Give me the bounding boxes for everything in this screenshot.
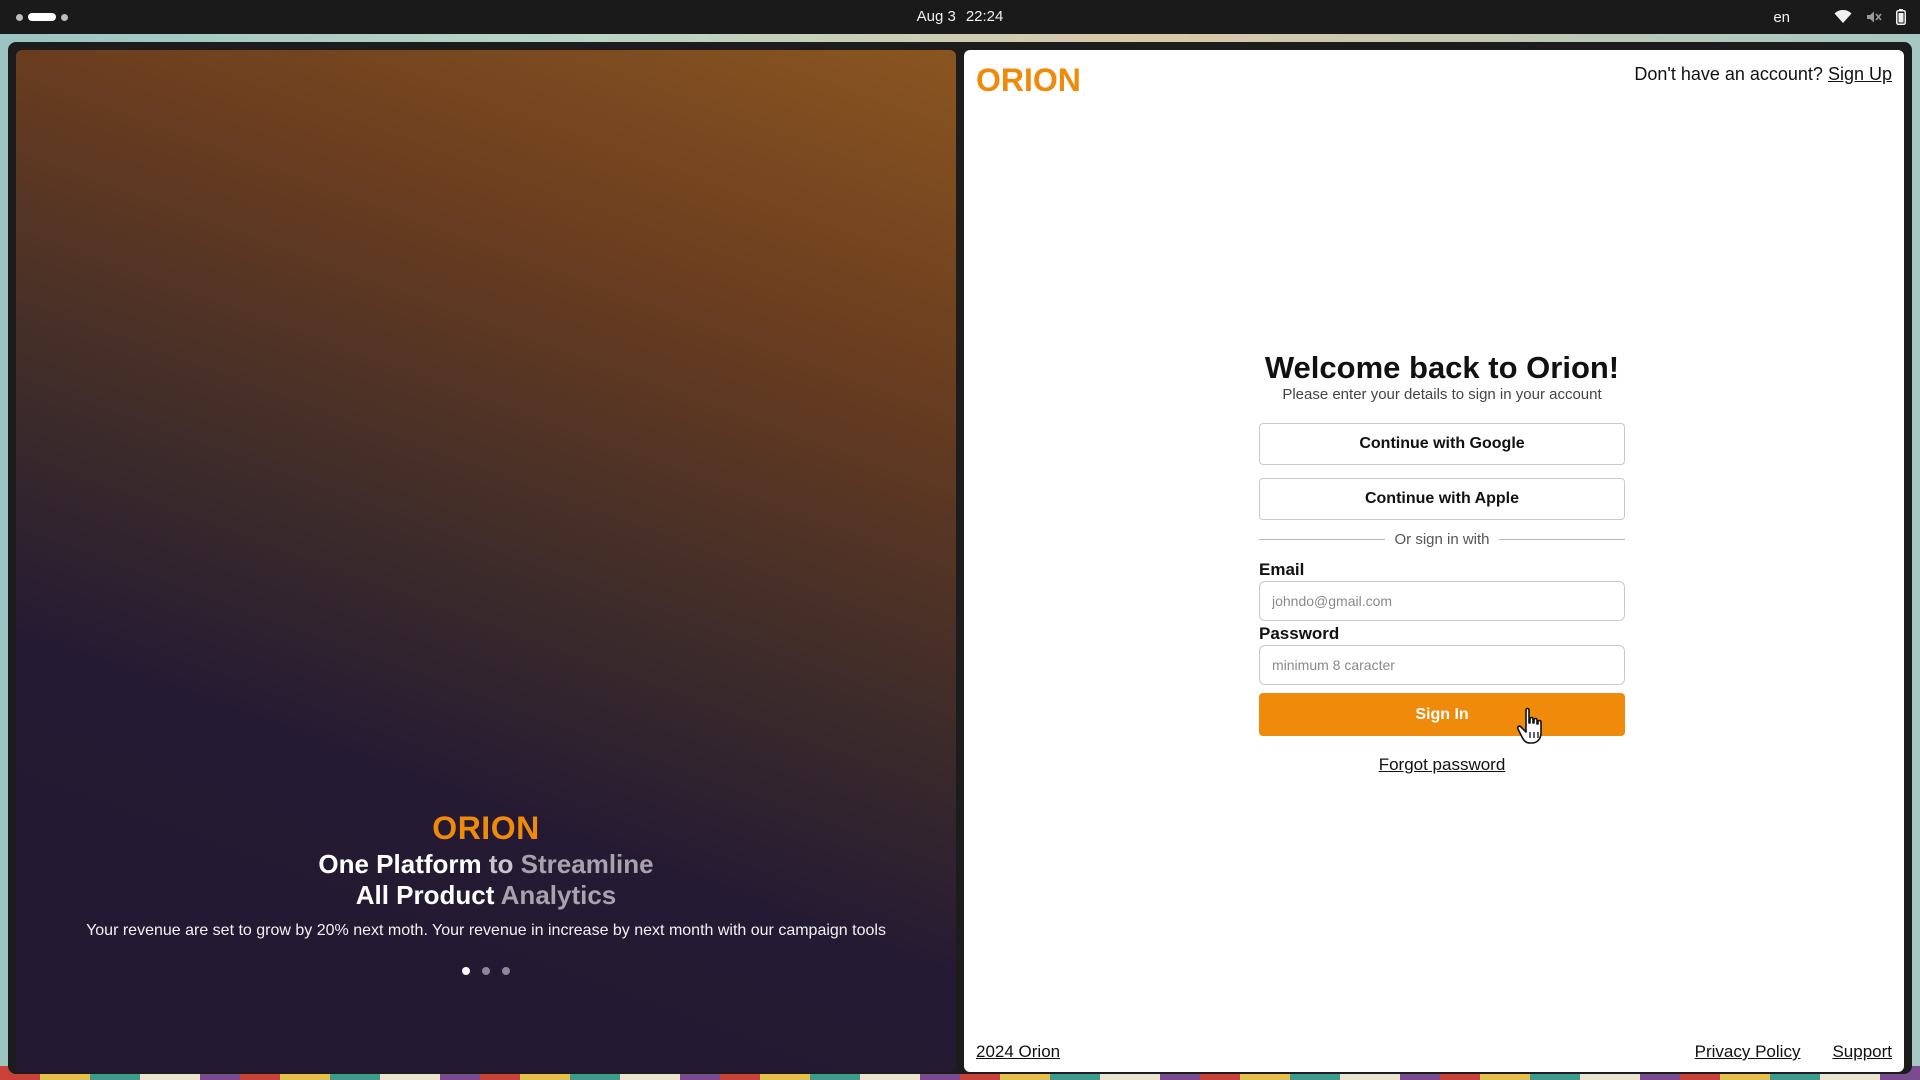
hero-brand: ORION — [432, 810, 540, 846]
divider-line — [1259, 538, 1386, 540]
clock-time: 22:24 — [965, 8, 1004, 25]
privacy-policy-link[interactable]: Privacy Policy — [1695, 1042, 1801, 1062]
clock[interactable]: Aug 3 22:24 — [0, 8, 1920, 25]
hero-title-part: One Platform — [318, 849, 482, 879]
email-label: Email — [1259, 560, 1305, 579]
carousel-dot[interactable] — [462, 967, 470, 975]
password-input[interactable] — [1259, 645, 1625, 685]
signup-prompt-text: Don't have an account? — [1634, 64, 1823, 84]
hero-title: One Platform to Streamline All Product A… — [16, 849, 956, 911]
signup-link[interactable]: Sign Up — [1828, 64, 1892, 84]
hero-title-part: All Product — [355, 880, 495, 910]
forgot-password-link[interactable]: Forgot password — [1259, 755, 1625, 775]
carousel-indicators — [16, 967, 956, 975]
hero-title-part: Streamline — [520, 849, 654, 879]
battery-icon — [1896, 9, 1906, 25]
signin-form: Welcome back to Orion! Please enter your… — [1259, 350, 1626, 775]
sign-in-button[interactable]: Sign In — [1259, 693, 1625, 736]
carousel-dot[interactable] — [482, 967, 490, 975]
password-label: Password — [1259, 624, 1340, 643]
browser-window: ORION One Platform to Streamline All Pro… — [8, 42, 1912, 1074]
hero-description: Your revenue are set to grow by 20% next… — [86, 922, 886, 939]
orion-logo[interactable]: ORION — [976, 62, 1081, 99]
signin-panel: ORION Don't have an account? Sign Up Welc… — [964, 50, 1904, 1072]
continue-with-google-button[interactable]: Continue with Google — [1259, 423, 1625, 465]
footer-links: Privacy Policy Support — [1695, 1042, 1892, 1062]
support-link[interactable]: Support — [1832, 1042, 1892, 1062]
divider-line — [1498, 538, 1626, 540]
volume-muted-icon — [1866, 10, 1882, 24]
page-subtitle: Please enter your details to sign in you… — [1282, 386, 1602, 403]
hero-title-part: to — [488, 849, 514, 879]
hero-title-part: Analytics — [500, 880, 617, 910]
continue-with-apple-button[interactable]: Continue with Apple — [1259, 478, 1625, 520]
keyboard-language[interactable]: en — [1773, 9, 1790, 26]
or-divider: Or sign in with — [1259, 526, 1626, 552]
hand-cursor-icon — [1516, 707, 1542, 744]
system-tray[interactable]: en — [1773, 7, 1906, 27]
system-top-bar: Aug 3 22:24 en — [0, 0, 1920, 34]
signup-prompt: Don't have an account? Sign Up — [1634, 64, 1892, 85]
divider-text: Or sign in with — [1394, 530, 1490, 548]
wifi-icon — [1834, 10, 1852, 24]
email-input[interactable] — [1259, 581, 1625, 621]
carousel-dot[interactable] — [502, 967, 510, 975]
copyright-link[interactable]: 2024 Orion — [976, 1042, 1060, 1062]
hero-panel: ORION One Platform to Streamline All Pro… — [16, 50, 956, 1072]
page-title: Welcome back to Orion! — [1264, 350, 1620, 385]
clock-date: Aug 3 — [916, 8, 956, 25]
